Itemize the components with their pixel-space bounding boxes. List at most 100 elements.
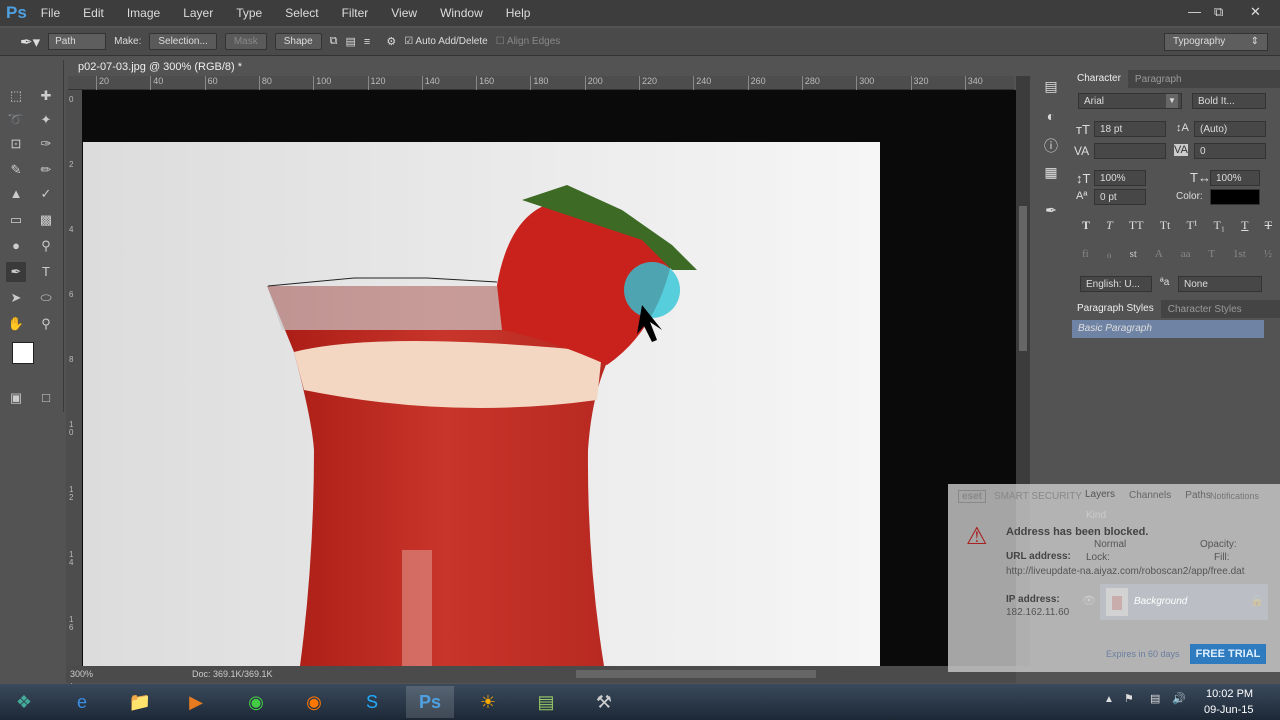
subscript-button[interactable]: T₁ <box>1214 218 1226 233</box>
old-style-button[interactable]: ℴ <box>1107 248 1112 261</box>
hand-tool-icon[interactable]: ✋ <box>6 314 26 334</box>
skype-icon[interactable]: S <box>348 686 396 718</box>
stamp-tool-icon[interactable]: ▲ <box>6 184 26 204</box>
tab-paragraph[interactable]: Paragraph <box>1128 74 1189 85</box>
ellipse-tool-icon[interactable]: ⬭ <box>36 288 56 308</box>
horizontal-scrollbar[interactable] <box>576 670 816 678</box>
path-alignment-icon[interactable]: ▤ <box>346 35 356 48</box>
move-tool-icon[interactable]: ✚ <box>36 86 56 106</box>
menu-file[interactable]: File <box>41 6 60 20</box>
text-color-swatch[interactable] <box>1210 189 1260 205</box>
free-trial-button[interactable]: FREE TRIAL <box>1190 644 1266 664</box>
path-arrangement-icon[interactable]: ≡ <box>364 36 370 48</box>
tab-paragraph-styles[interactable]: Paragraph Styles <box>1070 300 1161 318</box>
underline-button[interactable]: T <box>1241 218 1248 233</box>
adjustments-icon[interactable]: ◐ <box>1040 108 1062 136</box>
workspace-select[interactable]: Typography ⇕ <box>1164 33 1268 51</box>
tab-character-styles[interactable]: Character Styles <box>1161 304 1249 315</box>
history-brush-icon[interactable]: ✓ <box>36 184 56 204</box>
clock-date[interactable]: 09-Jun-15 <box>1204 704 1254 716</box>
chevron-down-icon[interactable]: ▼ <box>1166 94 1178 108</box>
swatches-icon[interactable]: ▦ <box>1040 164 1062 202</box>
titling-button[interactable]: T <box>1208 248 1215 261</box>
canvas[interactable] <box>82 90 1016 666</box>
mode-select[interactable]: Path <box>48 33 107 50</box>
small-caps-button[interactable]: Tt <box>1160 218 1171 233</box>
antialias-select[interactable]: None <box>1178 276 1262 292</box>
brush-tool-icon[interactable]: ✏ <box>36 160 56 180</box>
discretionary-ligatures-button[interactable]: st <box>1130 248 1137 261</box>
pen-tool-icon[interactable]: ✒ <box>6 262 26 282</box>
menu-image[interactable]: Image <box>127 6 160 20</box>
tracking-field[interactable]: 0 <box>1194 143 1266 159</box>
doc-size[interactable]: Doc: 369.1K/369.1K <box>192 669 273 679</box>
flag-icon[interactable]: ⚑ <box>1124 692 1134 705</box>
tray-arrow-icon[interactable]: ▲ <box>1104 694 1114 705</box>
photoshop-task-icon[interactable]: Ps <box>406 686 454 718</box>
faux-bold-button[interactable]: T <box>1082 218 1090 233</box>
start-button[interactable]: ❖ <box>0 686 48 718</box>
gear-icon[interactable]: ⚙ <box>386 35 396 48</box>
kerning-field[interactable] <box>1094 143 1166 159</box>
close-button[interactable]: ✕ <box>1250 4 1261 20</box>
auto-add-delete-checkbox[interactable]: ☑ Auto Add/Delete <box>404 36 487 47</box>
zoom-level[interactable]: 300% <box>70 669 93 679</box>
align-edges-checkbox[interactable]: ☐ Align Edges <box>496 36 561 47</box>
menu-filter[interactable]: Filter <box>342 6 369 20</box>
app-icon[interactable]: ☀ <box>464 686 512 718</box>
path-selection-icon[interactable]: ➤ <box>6 288 26 308</box>
quick-mask-icon[interactable]: ▣ <box>6 388 26 408</box>
menu-edit[interactable]: Edit <box>83 6 104 20</box>
ordinals-button[interactable]: 1st <box>1233 248 1246 261</box>
restore-button[interactable]: ⧉ <box>1214 4 1223 20</box>
tab-channels[interactable]: Channels <box>1122 490 1178 501</box>
menu-layer[interactable]: Layer <box>183 6 213 20</box>
faux-italic-button[interactable]: T <box>1106 218 1113 233</box>
tool-app-icon[interactable]: ⚒ <box>580 686 628 718</box>
document-tab[interactable]: p02-07-03.jpg @ 300% (RGB/8) * × <box>70 58 256 85</box>
menu-type[interactable]: Type <box>236 6 262 20</box>
font-style-select[interactable]: Bold It... <box>1192 93 1266 109</box>
swash-button[interactable]: A <box>1155 248 1163 261</box>
layer-name[interactable]: Background <box>1134 596 1187 607</box>
strikethrough-button[interactable]: T <box>1265 218 1272 233</box>
info-icon[interactable]: ⓘ <box>1040 136 1062 164</box>
healing-brush-icon[interactable]: ✎ <box>6 160 26 180</box>
mask-button[interactable]: Mask <box>224 33 267 50</box>
minimize-button[interactable]: — <box>1188 4 1201 19</box>
ie-icon[interactable]: e <box>58 686 106 718</box>
crop-tool-icon[interactable]: ⊡ <box>6 134 26 154</box>
ligatures-button[interactable]: fi <box>1082 248 1089 261</box>
pen-tool-icon[interactable]: ✒▾ <box>20 33 40 51</box>
menu-help[interactable]: Help <box>506 6 531 20</box>
gradient-icon[interactable]: ▩ <box>36 210 56 230</box>
menu-select[interactable]: Select <box>285 6 318 20</box>
horizontal-scale-field[interactable]: 100% <box>1210 170 1260 186</box>
tool-presets-icon[interactable]: ✒ <box>1040 202 1062 230</box>
blur-tool-icon[interactable]: ● <box>6 236 26 256</box>
notepad-icon[interactable]: ▤ <box>522 686 570 718</box>
shape-button[interactable]: Shape <box>274 33 322 50</box>
style-item-basic-paragraph[interactable]: Basic Paragraph <box>1072 320 1264 338</box>
media-player-icon[interactable]: ▶ <box>172 686 220 718</box>
all-caps-button[interactable]: TT <box>1129 218 1144 233</box>
fractions-button[interactable]: ½ <box>1264 248 1272 261</box>
path-operations-icon[interactable]: ⧉ <box>330 35 338 48</box>
font-size-field[interactable]: 18 pt <box>1094 121 1166 137</box>
volume-icon[interactable]: 🔊 <box>1172 692 1186 705</box>
stylistic-alternates-button[interactable]: aa <box>1181 248 1191 261</box>
menu-view[interactable]: View <box>391 6 417 20</box>
superscript-button[interactable]: T¹ <box>1186 218 1197 233</box>
selection-button[interactable]: Selection... <box>149 33 217 50</box>
menu-window[interactable]: Window <box>440 6 483 20</box>
blend-mode-select[interactable]: Normal <box>1094 539 1126 550</box>
history-icon[interactable]: ▤ <box>1040 78 1062 108</box>
clock-time[interactable]: 10:02 PM <box>1206 688 1253 700</box>
foreground-color-swatch[interactable] <box>12 342 34 364</box>
type-tool-icon[interactable]: T <box>36 262 56 282</box>
tab-layers[interactable]: Layers <box>1078 486 1122 504</box>
baseline-shift-field[interactable]: 0 pt <box>1094 189 1146 205</box>
tab-character[interactable]: Character <box>1070 70 1128 88</box>
network-icon[interactable]: ▤ <box>1150 692 1160 705</box>
dodge-tool-icon[interactable]: ⚲ <box>36 236 56 256</box>
